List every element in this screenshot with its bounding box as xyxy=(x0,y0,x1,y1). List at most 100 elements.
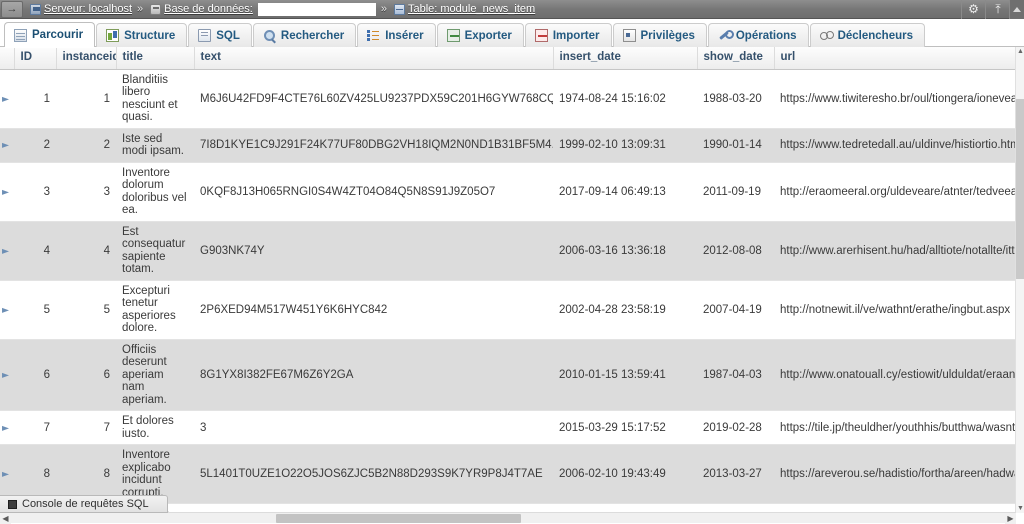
tab-importer[interactable]: Importer xyxy=(525,23,612,47)
header-id[interactable]: ID xyxy=(14,47,56,69)
scroll-up-arrow[interactable]: ▲ xyxy=(1016,47,1024,56)
cell-show-date: 2007-04-19 xyxy=(697,280,774,339)
breadcrumb-database-label: Base de données: xyxy=(164,3,253,15)
cell-text: 0KQF8J13H065RNGI0S4W4ZT04O84Q5N8S91J9Z05… xyxy=(194,162,553,221)
header-row: ID instanceid title text insert_date sho… xyxy=(0,47,1024,69)
cell-id: 2 xyxy=(14,128,56,162)
results-table-container[interactable]: ID instanceid title text insert_date sho… xyxy=(0,47,1024,513)
breadcrumb-table-label: Table: module_news_item xyxy=(408,3,535,15)
breadcrumb-database-value xyxy=(258,3,376,16)
table-row[interactable]: ▸ 6 6 Officiis deserunt aperiam nam aper… xyxy=(0,339,1024,411)
table-row[interactable]: ▸ 7 7 Et dolores iusto. 3 2015-03-29 15:… xyxy=(0,411,1024,445)
cell-insert-date: 1999-02-10 13:09:31 xyxy=(553,128,697,162)
table-icon xyxy=(394,4,405,15)
table-row[interactable]: ▸ 1 1 Blanditiis libero nesciunt et quas… xyxy=(0,69,1024,128)
cell-instanceid: 2 xyxy=(56,128,116,162)
table-row[interactable]: ▸ 4 4 Est consequatur sapiente totam. G9… xyxy=(0,221,1024,280)
vertical-scroll-thumb[interactable] xyxy=(1016,99,1024,279)
cell-id: 6 xyxy=(14,339,56,411)
cell-title: Excepturi tenetur asperiores dolore. xyxy=(116,280,194,339)
tab-label: Parcourir xyxy=(32,29,83,41)
tab-exporter[interactable]: Exporter xyxy=(437,23,524,47)
row-marker[interactable]: ▸ xyxy=(0,339,14,411)
cell-text: M6J6U42FD9F4CTE76L60ZV425LU9237PDX59C201… xyxy=(194,69,553,128)
scroll-to-top-button[interactable] xyxy=(1009,0,1024,19)
chevron-right-icon: ▸ xyxy=(2,246,9,257)
chevron-right-icon: ▸ xyxy=(2,187,9,198)
table-row[interactable]: ▸ 3 3 Inventore dolorum doloribus vel ea… xyxy=(0,162,1024,221)
scroll-left-arrow[interactable]: ◀ xyxy=(0,513,11,524)
tab-parcourir[interactable]: Parcourir xyxy=(4,22,95,47)
table-row[interactable]: ▸ 5 5 Excepturi tenetur asperiores dolor… xyxy=(0,280,1024,339)
tab-label: Importer xyxy=(553,30,600,42)
tab-declencheurs[interactable]: Déclencheurs xyxy=(810,23,925,47)
header-url[interactable]: url xyxy=(774,47,1024,69)
horizontal-scroll-thumb[interactable] xyxy=(276,514,521,523)
chevron-right-icon: ▸ xyxy=(2,423,9,434)
cell-url: http://notnewit.il/ve/wathnt/erathe/ingb… xyxy=(774,280,1024,339)
breadcrumb-server[interactable]: Serveur: localhost xyxy=(30,3,132,15)
import-icon xyxy=(535,29,548,42)
tab-label: Insérer xyxy=(385,30,423,42)
tab-sql[interactable]: SQL xyxy=(188,23,252,47)
cell-text: 5L1401T0UZE1O22O5JOS6ZJC5B2N88D293S9K7YR… xyxy=(194,445,553,504)
cell-title: Inventore dolorum doloribus vel ea. xyxy=(116,162,194,221)
cell-insert-date: 2015-03-29 15:17:52 xyxy=(553,411,697,445)
settings-button[interactable]: ⚙ xyxy=(961,0,985,19)
vertical-scrollbar[interactable]: ▲ ▼ xyxy=(1015,47,1024,513)
tab-label: Rechercher xyxy=(281,30,344,42)
search-icon xyxy=(263,29,276,42)
cell-insert-date: 2010-01-15 13:59:41 xyxy=(553,339,697,411)
triangle-up-icon xyxy=(1013,7,1021,12)
gear-icon: ⚙ xyxy=(968,3,979,15)
tab-privileges[interactable]: Privilèges xyxy=(613,23,707,47)
cell-url: https://tile.jp/theuldher/youthhis/butth… xyxy=(774,411,1024,445)
row-marker[interactable]: ▸ xyxy=(0,128,14,162)
header-instanceid[interactable]: instanceid xyxy=(56,47,116,69)
tab-inserer[interactable]: Insérer xyxy=(357,23,435,47)
privileges-icon xyxy=(623,29,636,42)
header-text[interactable]: text xyxy=(194,47,553,69)
breadcrumb-table[interactable]: Table: module_news_item xyxy=(394,3,535,15)
row-marker[interactable]: ▸ xyxy=(0,162,14,221)
database-icon xyxy=(150,4,161,15)
cell-text: 2P6XED94M517W451Y6K6HYC842 xyxy=(194,280,553,339)
collapse-navigation-button[interactable]: ⤒ xyxy=(985,0,1009,19)
cell-title: Est consequatur sapiente totam. xyxy=(116,221,194,280)
topbar-actions: ⚙ ⤒ xyxy=(961,0,1024,19)
tab-label: Privilèges xyxy=(641,30,695,42)
cell-title: Blanditiis libero nesciunt et quasi. xyxy=(116,69,194,128)
cell-insert-date: 2017-09-14 06:49:13 xyxy=(553,162,697,221)
tab-structure[interactable]: Structure xyxy=(96,23,187,47)
back-arrow-button[interactable]: → xyxy=(1,1,23,18)
insert-icon xyxy=(367,29,380,42)
horizontal-scroll-track[interactable] xyxy=(11,513,1005,524)
tab-rechercher[interactable]: Rechercher xyxy=(253,23,356,47)
chevron-right-icon: ▸ xyxy=(2,370,9,381)
browse-icon xyxy=(14,29,27,42)
scroll-right-arrow[interactable]: ▶ xyxy=(1005,513,1016,524)
cell-text: 3 xyxy=(194,411,553,445)
cell-show-date: 2011-09-19 xyxy=(697,162,774,221)
tab-operations[interactable]: Opérations xyxy=(708,23,809,47)
row-marker[interactable]: ▸ xyxy=(0,411,14,445)
breadcrumb-database[interactable]: Base de données: xyxy=(150,3,376,16)
cell-url: https://areverou.se/hadistio/fortha/aree… xyxy=(774,445,1024,504)
header-insert-date[interactable]: insert_date xyxy=(553,47,697,69)
cell-instanceid: 3 xyxy=(56,162,116,221)
cell-id: 4 xyxy=(14,221,56,280)
cell-instanceid: 5 xyxy=(56,280,116,339)
row-marker[interactable]: ▸ xyxy=(0,69,14,128)
cell-id: 3 xyxy=(14,162,56,221)
row-marker[interactable]: ▸ xyxy=(0,221,14,280)
row-marker[interactable]: ▸ xyxy=(0,280,14,339)
scroll-down-arrow[interactable]: ▼ xyxy=(1016,504,1024,513)
header-title[interactable]: title xyxy=(116,47,194,69)
server-icon xyxy=(30,4,41,15)
table-row[interactable]: ▸ 2 2 Iste sed modi ipsam. 7I8D1KYE1C9J2… xyxy=(0,128,1024,162)
header-show-date[interactable]: show_date xyxy=(697,47,774,69)
tab-label: Déclencheurs xyxy=(838,30,913,42)
cell-id: 5 xyxy=(14,280,56,339)
sql-console-bar[interactable]: Console de requêtes SQL xyxy=(0,495,168,513)
horizontal-scrollbar[interactable]: ◀ ▶ xyxy=(0,512,1016,523)
